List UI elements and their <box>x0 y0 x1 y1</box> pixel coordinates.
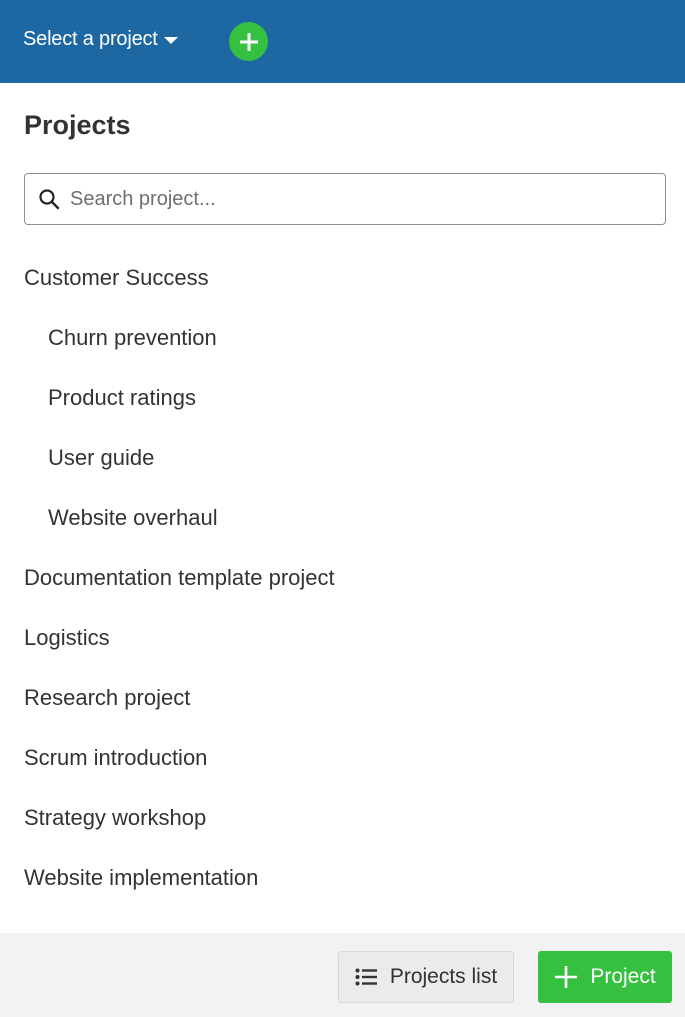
project-list-subitem[interactable]: Website overhaul <box>0 488 685 548</box>
plus-icon <box>238 31 260 53</box>
list-icon <box>355 968 377 986</box>
project-list-item[interactable]: Scrum introduction <box>0 728 685 788</box>
project-select-label: Select a project <box>23 28 158 51</box>
add-project-label: Project <box>590 965 655 989</box>
projects-list-button[interactable]: Projects list <box>338 951 514 1003</box>
search-icon <box>38 188 60 210</box>
project-list-subitem[interactable]: User guide <box>0 428 685 488</box>
projects-list-label: Projects list <box>390 965 497 989</box>
project-list-item[interactable]: Research project <box>0 668 685 728</box>
project-list-item[interactable]: Documentation template project <box>0 548 685 608</box>
add-project-button[interactable]: Project <box>538 951 672 1003</box>
add-project-circle-button[interactable] <box>229 22 268 61</box>
search-input[interactable] <box>70 188 630 211</box>
project-list-subitem[interactable]: Churn prevention <box>0 308 685 368</box>
project-list: Customer SuccessChurn preventionProduct … <box>0 248 685 908</box>
project-select-dropdown[interactable]: Select a project <box>23 28 178 51</box>
plus-icon <box>554 965 578 989</box>
page-title: Projects <box>24 110 131 141</box>
project-list-item[interactable]: Customer Success <box>0 248 685 308</box>
project-list-item[interactable]: Strategy workshop <box>0 788 685 848</box>
project-list-subitem[interactable]: Product ratings <box>0 368 685 428</box>
search-box[interactable] <box>24 173 666 225</box>
top-bar: Select a project <box>0 0 685 83</box>
project-list-item[interactable]: Website implementation <box>0 848 685 908</box>
project-list-item[interactable]: Logistics <box>0 608 685 668</box>
caret-down-icon <box>164 37 178 44</box>
